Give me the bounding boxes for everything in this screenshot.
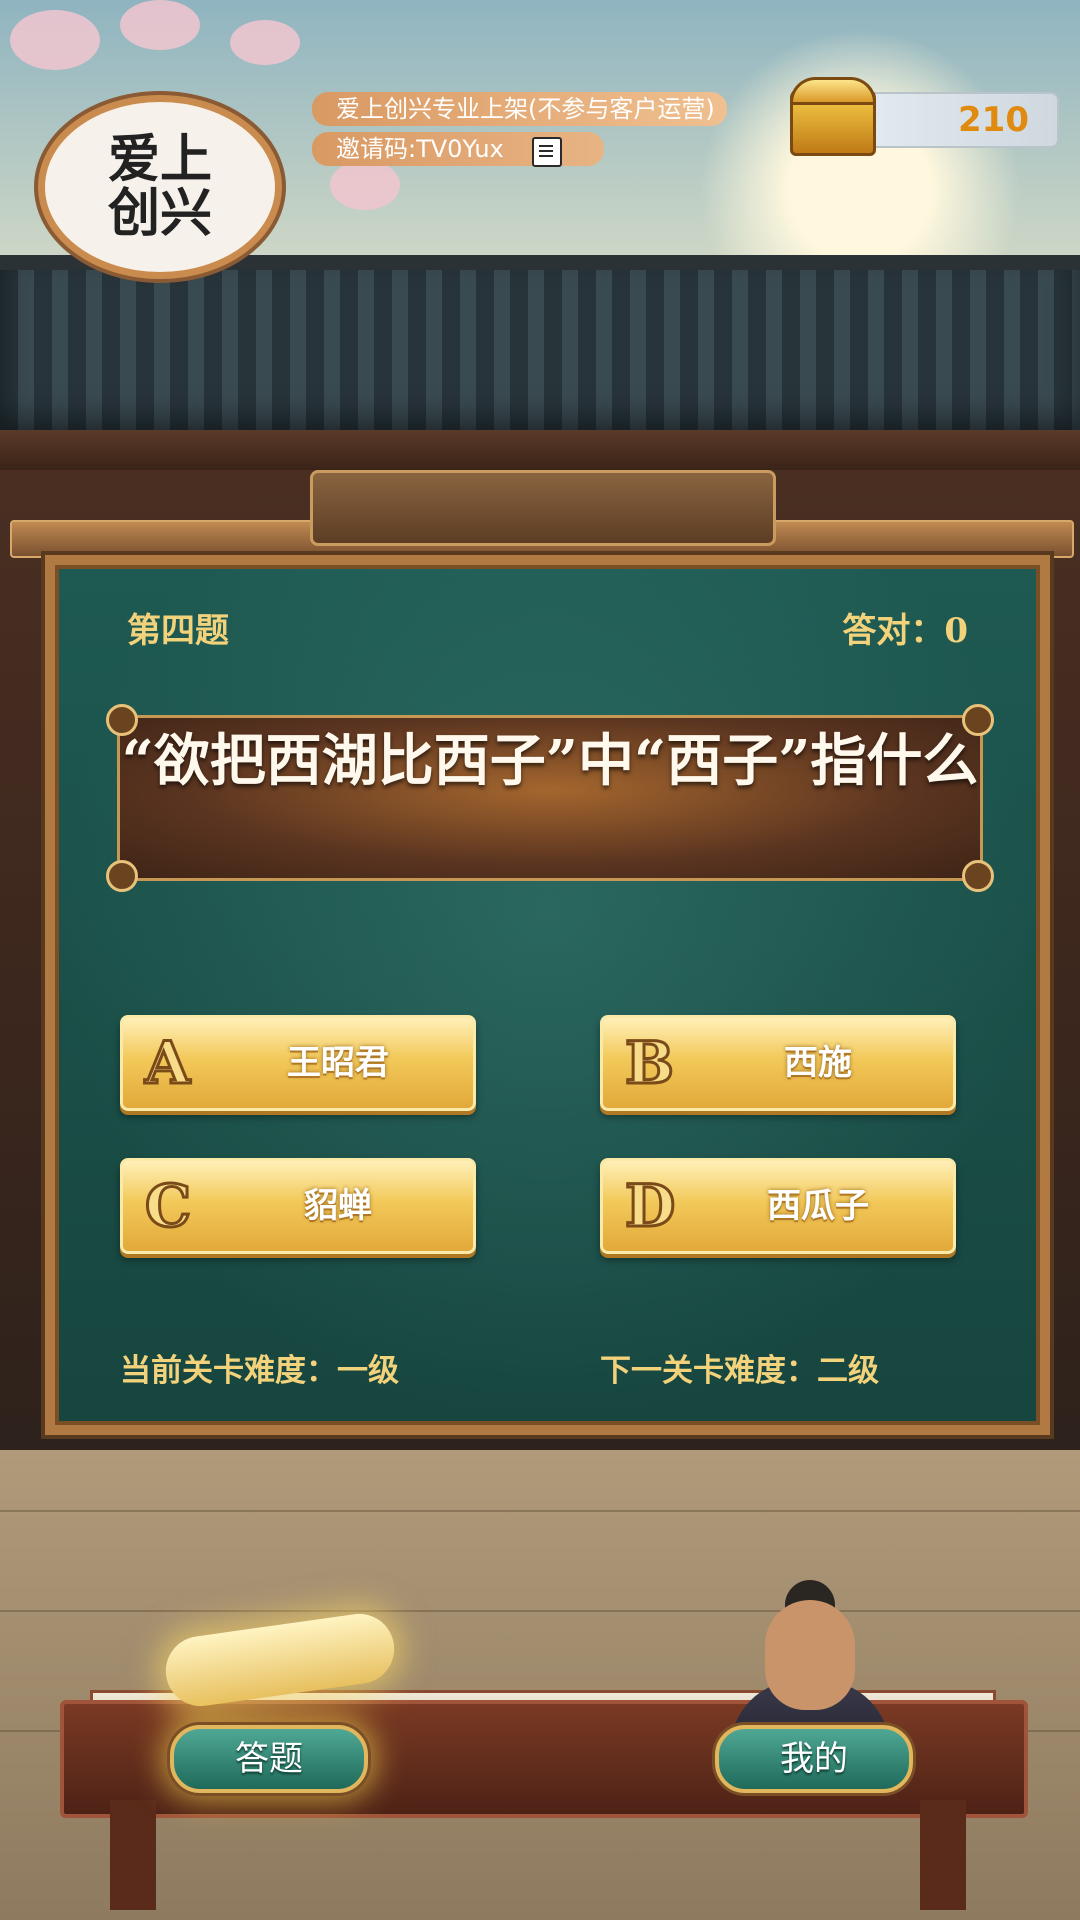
tab-answer-label: 答题 bbox=[235, 1739, 303, 1779]
option-letter: A bbox=[143, 1028, 191, 1099]
question-index: 第四题 bbox=[127, 611, 229, 651]
option-label: 西瓜子 bbox=[767, 1186, 869, 1226]
blossom-decoration bbox=[330, 160, 400, 210]
blossom-decoration bbox=[120, 0, 200, 50]
user-name: 爱上创兴专业上架(不参与客户运营) bbox=[312, 92, 727, 126]
tab-mine[interactable]: 我的 bbox=[715, 1725, 913, 1793]
correct-count: 答对：0 bbox=[842, 611, 968, 651]
copy-icon[interactable] bbox=[532, 137, 562, 167]
next-level: 下一关卡难度：二级 bbox=[600, 1353, 879, 1389]
current-level: 当前关卡难度：一级 bbox=[120, 1353, 399, 1389]
roof-tiles bbox=[0, 270, 1080, 440]
question-text: “欲把西湖比西子”中“西子”指什么 bbox=[121, 728, 979, 794]
option-b-button[interactable]: B 西施 bbox=[600, 1015, 956, 1111]
desk-leg bbox=[920, 1800, 966, 1910]
user-info: 爱上创兴专业上架(不参与客户运营) 邀请码:TV0Yux bbox=[282, 92, 727, 167]
board-top-ornament bbox=[310, 470, 776, 546]
floor bbox=[0, 1450, 1080, 1920]
option-c-button[interactable]: C 貂蝉 bbox=[120, 1158, 476, 1254]
option-letter: B bbox=[623, 1028, 675, 1099]
quiz-board: 第四题 答对：0 “欲把西湖比西子”中“西子”指什么 A 王昭君 B 西施 C … bbox=[45, 555, 1050, 1435]
blossom-decoration bbox=[230, 20, 300, 65]
option-d-button[interactable]: D 西瓜子 bbox=[600, 1158, 956, 1254]
tab-mine-label: 我的 bbox=[780, 1739, 848, 1779]
avatar[interactable]: 爱上 创兴 bbox=[38, 95, 282, 279]
option-label: 貂蝉 bbox=[304, 1186, 372, 1226]
option-letter: C bbox=[143, 1171, 192, 1242]
character-head bbox=[765, 1600, 855, 1710]
blossom-decoration bbox=[10, 10, 100, 70]
roof-eave bbox=[0, 430, 1080, 470]
option-a-button[interactable]: A 王昭君 bbox=[120, 1015, 476, 1111]
option-label: 西施 bbox=[784, 1043, 852, 1083]
question-banner: “欲把西湖比西子”中“西子”指什么 bbox=[106, 704, 994, 892]
option-label: 王昭君 bbox=[287, 1043, 389, 1083]
coin-value: 210 bbox=[958, 100, 1029, 140]
treasure-chest-icon bbox=[790, 77, 876, 156]
tab-answer[interactable]: 答题 bbox=[170, 1725, 368, 1793]
avatar-logo-text: 爱上 创兴 bbox=[107, 129, 212, 244]
desk-leg bbox=[110, 1800, 156, 1910]
option-letter: D bbox=[623, 1171, 676, 1242]
